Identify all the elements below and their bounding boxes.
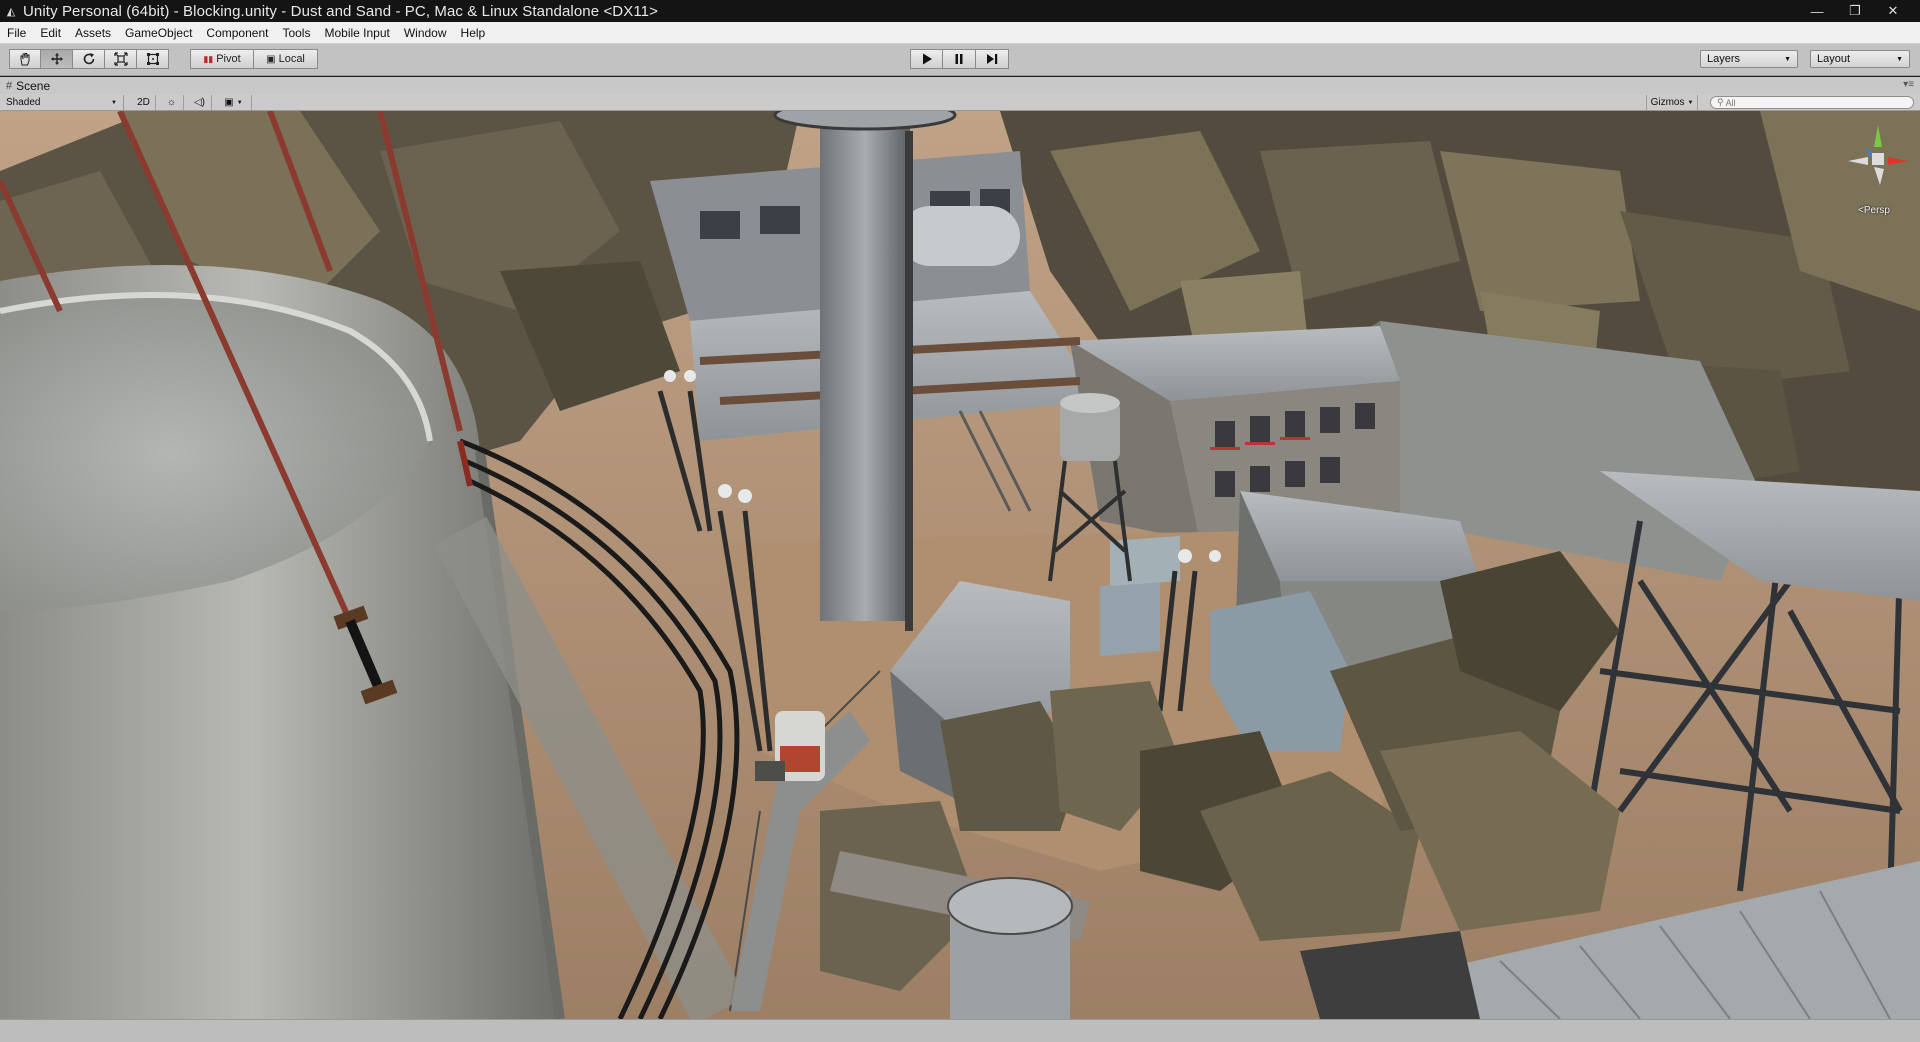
tab-scene[interactable]: # Scene [6, 77, 50, 94]
scene-tab-bar: # Scene ▾≡ [0, 77, 1920, 94]
chevron-down-icon: ▼ [111, 99, 117, 106]
draw-mode-label: Shaded [6, 97, 41, 108]
x-axis-cone[interactable] [1888, 157, 1908, 165]
scale-tool-button[interactable] [105, 49, 137, 69]
chevron-down-icon: ▼ [236, 99, 243, 106]
chevron-down-icon: ▼ [1896, 55, 1903, 63]
image-icon: ▣ [224, 97, 234, 108]
main-toolbar: ▮▮ Pivot ▣ Local Layers ▼ Layout ▼ [0, 44, 1920, 76]
play-icon [922, 53, 932, 65]
local-toggle[interactable]: ▣ Local [254, 49, 318, 69]
grid-icon: # [6, 79, 13, 92]
hand-tool-button[interactable] [9, 49, 41, 69]
play-button[interactable] [910, 49, 943, 69]
fuel-tank [900, 206, 1020, 266]
effects-dropdown[interactable]: ▣ ▼ [216, 95, 252, 110]
menu-help[interactable]: Help [454, 26, 493, 40]
layout-label: Layout [1817, 53, 1851, 65]
neg-x-axis-cone[interactable] [1848, 157, 1868, 165]
audio-toggle[interactable]: ◁) [188, 95, 212, 110]
layers-dropdown[interactable]: Layers ▼ [1700, 50, 1798, 68]
neg-z-axis-cone[interactable] [1874, 167, 1884, 185]
menu-window[interactable]: Window [397, 26, 454, 40]
layout-dropdown[interactable]: Layout ▼ [1810, 50, 1910, 68]
pause-button[interactable] [943, 49, 976, 69]
window-title: Unity Personal (64bit) - Blocking.unity … [23, 2, 658, 20]
maximize-button[interactable]: ❐ [1836, 0, 1874, 22]
y-axis-cone[interactable] [1874, 125, 1882, 147]
menu-bar: File Edit Assets GameObject Component To… [0, 22, 1920, 44]
unity-logo-icon[interactable]: ◭ [3, 0, 19, 22]
step-button[interactable] [976, 49, 1009, 69]
move-tool-button[interactable] [41, 49, 73, 69]
move-arrows-icon [50, 53, 63, 65]
menu-component[interactable]: Component [199, 26, 275, 40]
search-icon: ⚲ [1717, 97, 1724, 107]
gizmo-center[interactable] [1872, 153, 1884, 165]
menu-tools[interactable]: Tools [275, 26, 317, 40]
pivot-toggle[interactable]: ▮▮ Pivot [190, 49, 254, 69]
menu-gameobject[interactable]: GameObject [118, 26, 199, 40]
search-placeholder: All [1725, 97, 1736, 108]
scene-viewport[interactable]: <Persp [0, 111, 1920, 1019]
local-label: Local [278, 53, 305, 65]
pivot-icon: ▮▮ [203, 53, 214, 64]
rotate-tool-button[interactable] [73, 49, 105, 69]
foreground-tank [947, 877, 1073, 1019]
pivot-label: Pivot [216, 53, 241, 65]
rect-tool-button[interactable] [137, 49, 169, 69]
rect-transform-icon [146, 53, 159, 65]
scale-icon [113, 52, 128, 66]
hierarchy-search-input[interactable]: ⚲ All [1710, 96, 1914, 109]
menu-mobile-input[interactable]: Mobile Input [317, 26, 396, 40]
scene-render [0, 111, 1920, 1019]
layers-label: Layers [1707, 53, 1741, 65]
2d-toggle[interactable]: 2D [132, 95, 156, 110]
scene-tab-label: Scene [16, 78, 51, 93]
menu-edit[interactable]: Edit [33, 26, 68, 40]
pause-icon [955, 54, 963, 64]
window-controls: — ❐ ✕ [1798, 0, 1912, 22]
draw-mode-dropdown[interactable]: Shaded ▼ [0, 95, 124, 110]
lighting-toggle[interactable]: ☼ [160, 95, 184, 110]
hand-icon [20, 53, 30, 66]
transform-tools [9, 49, 169, 69]
handle-toggles: ▮▮ Pivot ▣ Local [190, 49, 318, 69]
local-icon: ▣ [266, 53, 276, 65]
step-icon [987, 54, 998, 64]
minimize-button[interactable]: — [1798, 0, 1836, 22]
panel-menu-icon[interactable]: ▾≡ [1903, 79, 1914, 90]
chevron-down-icon: ▼ [1687, 99, 1694, 106]
play-controls [910, 49, 1009, 69]
title-bar: ◭ Unity Personal (64bit) - Blocking.unit… [0, 0, 1920, 22]
rotate-icon [83, 53, 94, 65]
projection-label[interactable]: <Persp [1858, 205, 1890, 216]
gizmos-label: Gizmos [1650, 97, 1685, 108]
scene-view-toolbar: Shaded ▼ 2D ☼ ◁) ▣ ▼ Gizmos ▼ ⚲ All [0, 94, 1920, 111]
gizmos-dropdown[interactable]: Gizmos ▼ [1646, 95, 1698, 110]
2d-label: 2D [137, 97, 150, 108]
status-bar [0, 1019, 1920, 1042]
sun-icon: ☼ [166, 97, 177, 108]
chevron-down-icon: ▼ [1784, 55, 1791, 63]
speaker-icon: ◁) [193, 97, 206, 108]
menu-file[interactable]: File [0, 26, 33, 40]
close-button[interactable]: ✕ [1874, 0, 1912, 22]
menu-assets[interactable]: Assets [68, 26, 118, 40]
